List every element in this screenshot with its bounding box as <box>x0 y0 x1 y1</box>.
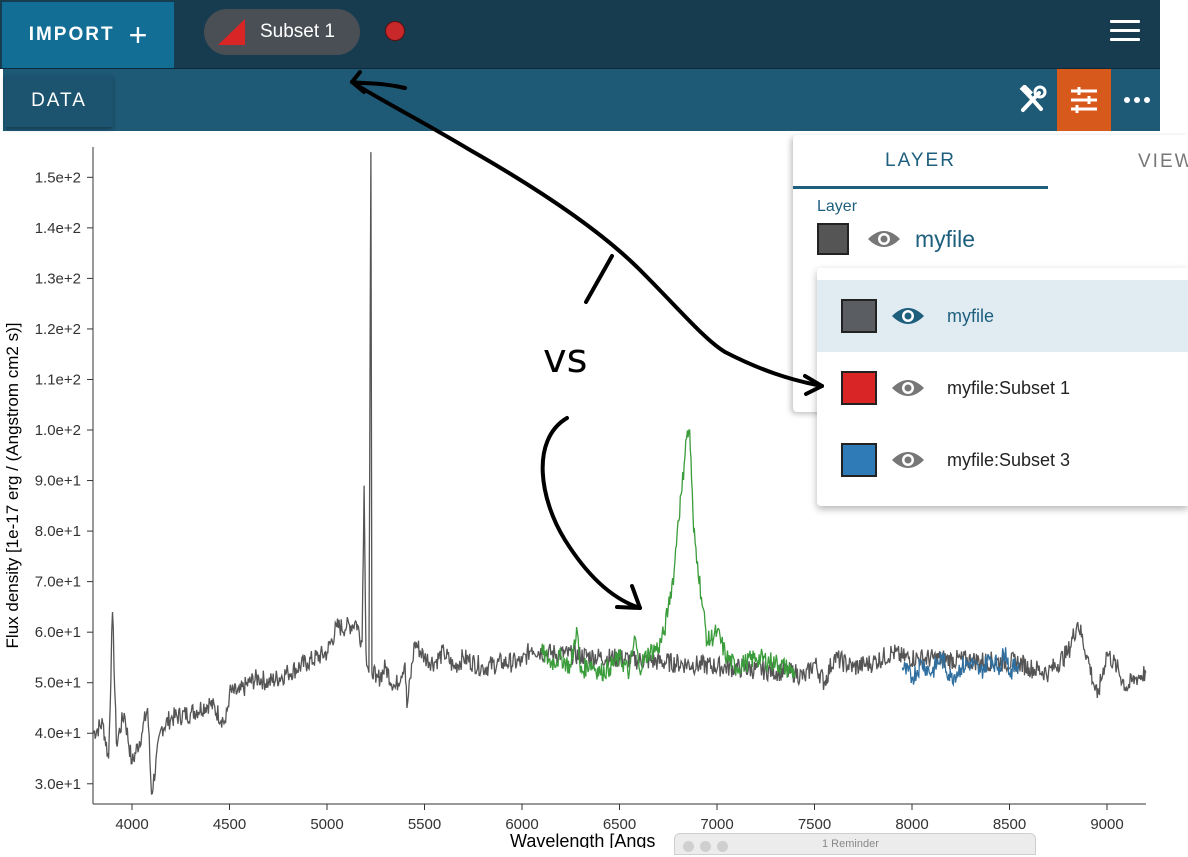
plus-icon: + <box>128 17 148 53</box>
dropdown-item-label: myfile:Subset 1 <box>947 377 1071 398</box>
x-tick-label: 9000 <box>1090 816 1123 833</box>
import-label: IMPORT <box>28 24 115 45</box>
layer-field-label: Layer <box>817 198 858 215</box>
layer-color-swatch <box>817 223 849 255</box>
eye-icon[interactable] <box>891 449 925 471</box>
dropdown-item-subset-1[interactable]: myfile:Subset 1 <box>817 352 1188 424</box>
x-tick-label: 5000 <box>310 816 343 833</box>
hamburger-icon[interactable] <box>1110 20 1140 46</box>
y-tick-label: 5.0e+1 <box>35 675 81 692</box>
dropdown-item-label: myfile <box>947 305 995 326</box>
y-tick-label: 4.0e+1 <box>35 725 81 742</box>
dropdown-item-myfile[interactable]: myfile <box>817 280 1188 352</box>
x-tick-label: 4500 <box>213 816 246 833</box>
eye-icon[interactable] <box>891 377 925 399</box>
layer-color-swatch <box>841 371 877 405</box>
y-tick-label: 1.5e+2 <box>35 169 81 186</box>
tab-view[interactable]: VIEW <box>1138 135 1188 189</box>
selected-layer-name: myfile <box>915 225 976 252</box>
y-tick-label: 7.0e+1 <box>35 574 81 591</box>
subset-color-dot[interactable] <box>385 21 405 41</box>
layer-color-swatch <box>841 443 877 477</box>
y-axis-label: Flux density [1e-17 erg / (Angstrom cm2 … <box>3 323 22 649</box>
data-tab[interactable]: DATA <box>5 75 113 127</box>
y-tick-label: 1.2e+2 <box>35 321 81 338</box>
x-tick-label: 5500 <box>408 816 441 833</box>
x-axis-label: Wavelength [Angs <box>510 831 655 848</box>
layer-select[interactable]: myfile <box>817 221 1157 257</box>
y-tick-label: 1.1e+2 <box>35 371 81 388</box>
reminder-window[interactable]: 1 Reminder <box>674 833 1036 855</box>
eye-icon[interactable] <box>891 305 925 327</box>
x-tick-label: 4000 <box>115 816 148 833</box>
more-horizontal-icon[interactable] <box>1115 69 1159 131</box>
y-tick-label: 8.0e+1 <box>35 523 81 540</box>
y-tick-label: 6.0e+1 <box>35 624 81 641</box>
y-tick-label: 9.0e+1 <box>35 473 81 490</box>
y-tick-label: 3.0e+1 <box>35 776 81 793</box>
reminder-title: 1 Reminder <box>822 838 879 850</box>
subset-chip-label: Subset 1 <box>260 21 335 42</box>
x-tick-label: 7000 <box>700 816 733 833</box>
layer-color-swatch <box>841 299 877 333</box>
series-line-1 <box>540 429 796 682</box>
sliders-icon[interactable] <box>1057 69 1111 131</box>
dropdown-item-subset-3[interactable]: myfile:Subset 3 <box>817 424 1188 496</box>
viewer-toolbar: DATA <box>3 69 1160 131</box>
top-bar: IMPORT + Subset 1 <box>0 0 1160 69</box>
hammer-wrench-icon[interactable] <box>1008 69 1056 131</box>
x-tick-label: 7500 <box>798 816 831 833</box>
import-button[interactable]: IMPORT + <box>2 2 174 68</box>
y-tick-label: 1.0e+2 <box>35 422 81 439</box>
layer-dropdown-menu: myfile myfile:Subset 1 myfile:Subset 3 <box>817 268 1188 506</box>
y-tick-label: 1.4e+2 <box>35 220 81 237</box>
dropdown-item-label: myfile:Subset 3 <box>947 449 1071 470</box>
tab-layer[interactable]: LAYER <box>793 135 1048 189</box>
y-tick-label: 1.3e+2 <box>35 270 81 287</box>
window-controls[interactable] <box>683 839 734 857</box>
x-tick-label: 8000 <box>895 816 928 833</box>
x-tick-label: 8500 <box>993 816 1026 833</box>
subset-chip[interactable]: Subset 1 <box>204 9 360 55</box>
eye-icon[interactable] <box>867 228 901 250</box>
subset-triangle-icon <box>218 19 245 45</box>
